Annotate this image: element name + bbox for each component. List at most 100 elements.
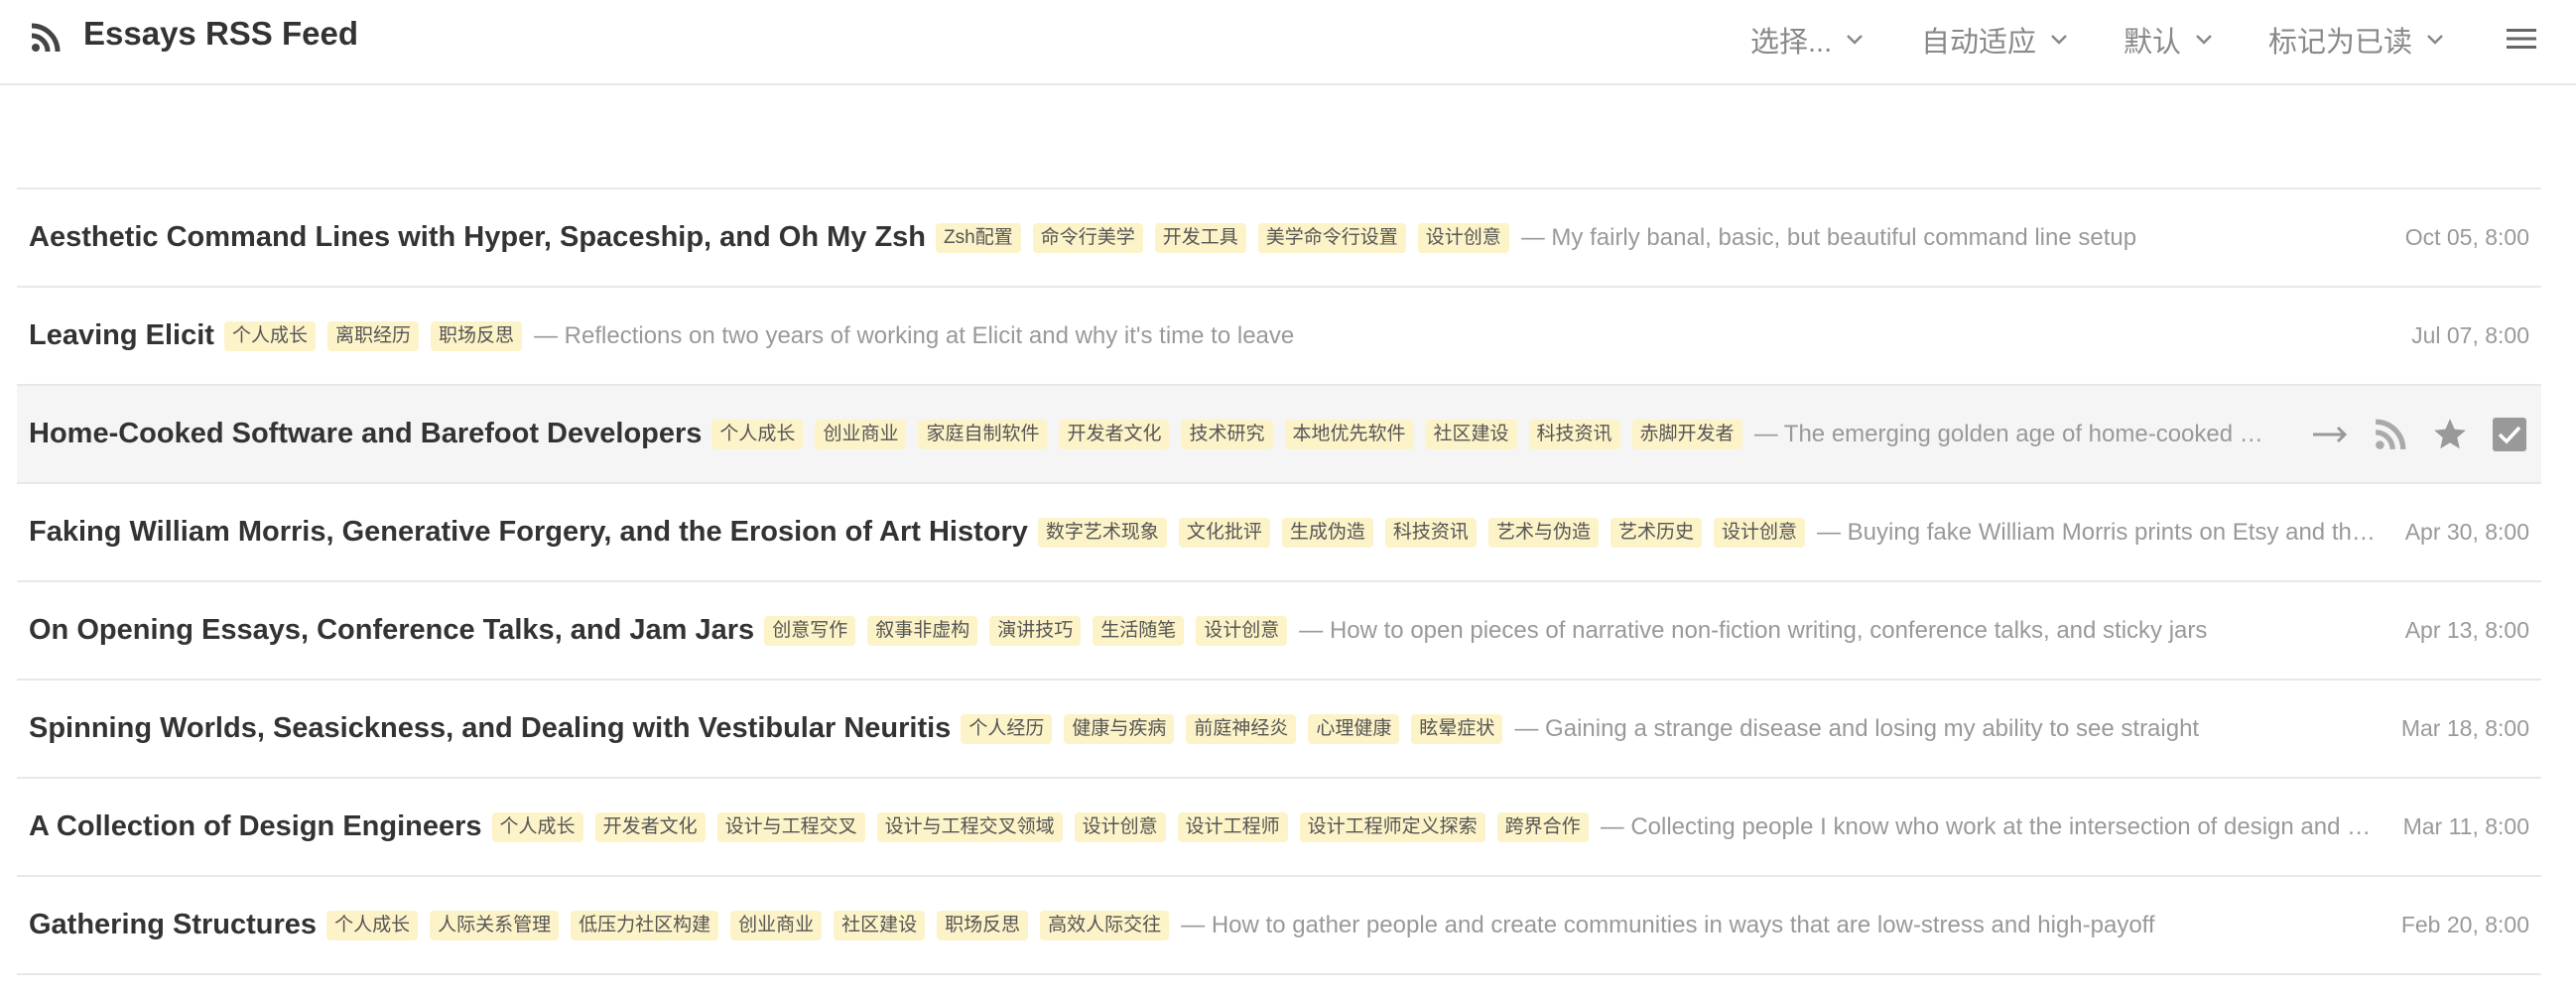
article-tag[interactable]: 开发者文化 <box>1059 419 1170 449</box>
article-tag[interactable]: 个人成长 <box>326 910 419 940</box>
article-row[interactable]: Gathering Structures 个人成长 人际关系管理 低压力社区构建 创业商… <box>17 877 2541 975</box>
article-tag[interactable]: 开发工具 <box>1154 222 1246 253</box>
article-tags: 个人成长 离职经历 职场反思 <box>223 320 534 351</box>
article-tag[interactable]: 个人成长 <box>491 811 583 842</box>
chevron-down-icon <box>2196 35 2212 45</box>
article-tag[interactable]: Zsh配置 <box>936 222 1021 253</box>
article-tag[interactable]: 社区建设 <box>1425 419 1517 449</box>
article-tag[interactable]: 演讲技巧 <box>989 615 1082 646</box>
sort-dropdown[interactable]: 默认 <box>2124 19 2213 61</box>
article-tag[interactable]: 艺术与伪造 <box>1487 517 1599 548</box>
article-tags: 个人成长 创业商业 家庭自制软件 开发者文化 技术研究 本地优先软件 社区建设 科技资讯 赤脚开… <box>711 419 1753 449</box>
article-tag[interactable]: 科技资讯 <box>1528 419 1620 449</box>
article-tag[interactable]: 文化批评 <box>1178 517 1270 548</box>
article-tag[interactable]: 职场反思 <box>937 910 1029 940</box>
article-tag[interactable]: 设计创意 <box>1074 811 1166 842</box>
article-tag[interactable]: 美学命令行设置 <box>1257 222 1406 253</box>
fit-dropdown-label: 自动适应 <box>1921 27 2037 59</box>
select-dropdown[interactable]: 选择... <box>1750 19 1864 61</box>
hamburger-menu-icon[interactable] <box>2505 24 2538 54</box>
article-tag[interactable]: 家庭自制软件 <box>918 419 1048 449</box>
article-tag[interactable]: 技术研究 <box>1181 419 1273 449</box>
article-tag[interactable]: 艺术历史 <box>1610 517 1702 548</box>
article-description: — Buying fake William Morris prints on E… <box>1816 518 2380 546</box>
article-tag[interactable]: 开发者文化 <box>594 811 706 842</box>
mark-read-dropdown-label: 标记为已读 <box>2268 27 2413 59</box>
article-content: Home-Cooked Software and Barefoot Develo… <box>29 418 2271 450</box>
article-row[interactable]: On Opening Essays, Conference Talks, and… <box>17 582 2541 681</box>
article-row[interactable]: Home-Cooked Software and Barefoot Develo… <box>17 386 2541 484</box>
article-tag[interactable]: 职场反思 <box>430 320 522 351</box>
article-title[interactable]: Aesthetic Command Lines with Hyper, Spac… <box>29 221 926 254</box>
article-tag[interactable]: 设计与工程交叉 <box>716 811 865 842</box>
article-tag[interactable]: 设计创意 <box>1713 517 1805 548</box>
article-tag[interactable]: 数字艺术现象 <box>1037 517 1167 548</box>
article-description: — The emerging golden age of home-cooked… <box>1753 420 2271 447</box>
article-tag[interactable]: 健康与疾病 <box>1064 713 1175 744</box>
article-date: Apr 13, 8:00 <box>2404 617 2529 643</box>
article-tag[interactable]: 设计创意 <box>1417 222 1509 253</box>
article-row[interactable]: Faking William Morris, Generative Forger… <box>17 484 2541 582</box>
article-tag[interactable]: 生成伪造 <box>1281 517 1373 548</box>
article-list: Aesthetic Command Lines with Hyper, Spac… <box>17 187 2541 975</box>
fit-dropdown[interactable]: 自动适应 <box>1921 19 2068 61</box>
article-tags: Zsh配置 命令行美学 开发工具 美学命令行设置 设计创意 <box>936 222 1521 253</box>
article-tag[interactable]: 命令行美学 <box>1032 222 1143 253</box>
article-tag[interactable]: 心理健康 <box>1308 713 1400 744</box>
article-tags: 个人经历 健康与疾病 前庭神经炎 心理健康 眩晕症状 <box>961 713 1514 744</box>
article-title[interactable]: Gathering Structures <box>29 909 317 941</box>
article-tag[interactable]: 离职经历 <box>326 320 419 351</box>
article-title[interactable]: Home-Cooked Software and Barefoot Develo… <box>29 418 702 450</box>
article-title[interactable]: A Collection of Design Engineers <box>29 810 482 843</box>
article-date: Feb 20, 8:00 <box>2400 912 2529 937</box>
article-description: — My fairly banal, basic, but beautiful … <box>1520 223 2137 251</box>
article-tag[interactable]: 个人经历 <box>961 713 1053 744</box>
article-date: Mar 18, 8:00 <box>2400 715 2529 741</box>
article-description: — Collecting people I know who work at t… <box>1600 812 2378 840</box>
article-tags: 数字艺术现象 文化批评 生成伪造 科技资讯 艺术与伪造 艺术历史 设计创意 <box>1037 517 1817 548</box>
article-tag[interactable]: 设计工程师 <box>1177 811 1288 842</box>
article-content: Spinning Worlds, Seasickness, and Dealin… <box>29 712 2376 745</box>
article-tag[interactable]: 创业商业 <box>815 419 907 449</box>
article-tag[interactable]: 前庭神经炎 <box>1186 713 1297 744</box>
article-tag[interactable]: 赤脚开发者 <box>1631 419 1742 449</box>
article-title[interactable]: Faking William Morris, Generative Forger… <box>29 516 1028 549</box>
article-description: — Gaining a strange disease and losing m… <box>1514 714 2200 742</box>
article-row[interactable]: Leaving Elicit 个人成长 离职经历 职场反思 — Reflections … <box>17 288 2541 386</box>
article-title[interactable]: On Opening Essays, Conference Talks, and… <box>29 614 754 647</box>
article-tag[interactable]: 设计与工程交叉领域 <box>876 811 1063 842</box>
article-tag[interactable]: 个人成长 <box>711 419 804 449</box>
article-tag[interactable]: 设计创意 <box>1196 615 1288 646</box>
arrow-right-icon[interactable] <box>2311 415 2351 454</box>
article-content: Aesthetic Command Lines with Hyper, Spac… <box>29 221 2380 254</box>
article-tag[interactable]: 眩晕症状 <box>1411 713 1503 744</box>
mark-read-dropdown[interactable]: 标记为已读 <box>2268 19 2444 61</box>
article-tag[interactable]: 低压力社区构建 <box>571 910 719 940</box>
article-row[interactable]: A Collection of Design Engineers 个人成长 开发者文… <box>17 779 2541 877</box>
article-tags: 个人成长 开发者文化 设计与工程交叉 设计与工程交叉领域 设计创意 设计工程师 设计工程师定… <box>491 811 1601 842</box>
article-tag[interactable]: 设计工程师定义探索 <box>1299 811 1485 842</box>
article-description: — How to open pieces of narrative non-fi… <box>1299 616 2208 644</box>
rss-icon[interactable] <box>30 22 62 54</box>
article-tag[interactable]: 个人成长 <box>223 320 316 351</box>
article-tag[interactable]: 生活随笔 <box>1093 615 1185 646</box>
article-tag[interactable]: 高效人际交往 <box>1040 910 1170 940</box>
article-content: On Opening Essays, Conference Talks, and… <box>29 614 2380 647</box>
article-tag[interactable]: 人际关系管理 <box>430 910 560 940</box>
article-title[interactable]: Spinning Worlds, Seasickness, and Dealin… <box>29 712 951 745</box>
article-tag[interactable]: 社区建设 <box>834 910 926 940</box>
article-tag[interactable]: 创意写作 <box>764 615 856 646</box>
article-title[interactable]: Leaving Elicit <box>29 319 214 352</box>
article-tag[interactable]: 创业商业 <box>730 910 823 940</box>
article-row[interactable]: Aesthetic Command Lines with Hyper, Spac… <box>17 189 2541 288</box>
article-tag[interactable]: 科技资讯 <box>1384 517 1477 548</box>
article-tag[interactable]: 本地优先软件 <box>1284 419 1414 449</box>
article-date: Jul 07, 8:00 <box>2411 322 2529 348</box>
top-bar: Essays RSS Feed 选择... 自动适应 默认 标记为已读 <box>0 0 2576 85</box>
article-row[interactable]: Spinning Worlds, Seasickness, and Dealin… <box>17 681 2541 779</box>
article-tag[interactable]: 叙事非虚构 <box>867 615 978 646</box>
checkbox-checked-icon[interactable] <box>2490 415 2529 454</box>
star-icon[interactable] <box>2430 415 2470 454</box>
article-tag[interactable]: 跨界合作 <box>1496 811 1589 842</box>
rss-icon[interactable] <box>2371 415 2410 454</box>
